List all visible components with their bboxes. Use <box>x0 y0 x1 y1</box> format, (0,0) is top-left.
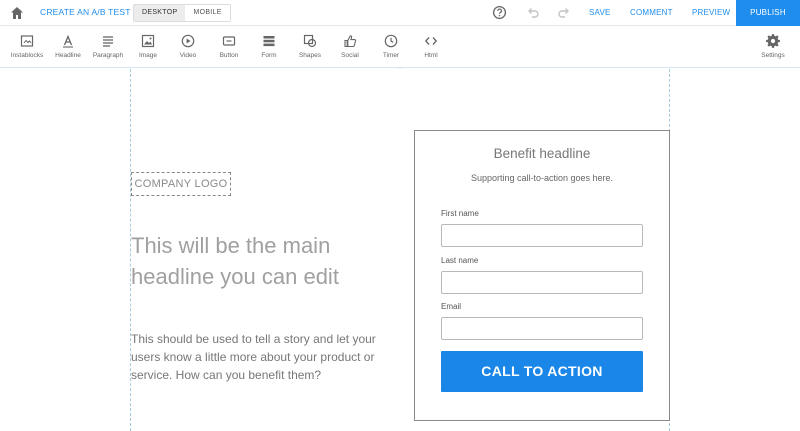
undo-icon[interactable] <box>526 6 540 20</box>
desktop-toggle-button[interactable]: DESKTOP <box>134 5 186 21</box>
first-name-field[interactable] <box>441 224 643 247</box>
home-icon[interactable] <box>9 5 25 21</box>
social-icon <box>344 35 357 48</box>
email-label: Email <box>441 302 462 311</box>
first-name-label: First name <box>441 209 479 218</box>
tool-headline[interactable]: Headline <box>48 26 88 68</box>
timer-icon <box>384 34 398 48</box>
mobile-toggle-button[interactable]: MOBILE <box>185 5 229 21</box>
save-button[interactable]: SAVE <box>589 8 611 17</box>
tool-html[interactable]: Html <box>411 26 451 68</box>
tool-paragraph[interactable]: Paragraph <box>88 26 128 68</box>
tool-form[interactable]: Form <box>249 26 289 68</box>
last-name-field[interactable] <box>441 271 643 294</box>
gear-icon <box>766 34 780 48</box>
body-paragraph[interactable]: This should be used to tell a story and … <box>131 330 401 384</box>
tool-shapes[interactable]: Shapes <box>290 26 330 68</box>
instablocks-icon <box>20 35 34 47</box>
paragraph-icon <box>103 36 113 47</box>
button-icon <box>222 36 236 46</box>
comment-button[interactable]: COMMENT <box>630 8 673 17</box>
tool-timer[interactable]: Timer <box>371 26 411 68</box>
company-logo-placeholder[interactable]: COMPANY LOGO <box>131 172 231 196</box>
lead-form-card[interactable]: Benefit headline Supporting call-to-acti… <box>414 130 670 421</box>
headline-icon <box>63 34 73 48</box>
form-title: Benefit headline <box>493 146 591 161</box>
page-canvas: COMPANY LOGO This will be the main headl… <box>0 69 800 431</box>
shapes-icon <box>303 34 317 48</box>
create-ab-test-link[interactable]: CREATE AN A/B TEST <box>40 7 131 17</box>
publish-button[interactable]: PUBLISH <box>736 0 800 26</box>
tool-instablocks[interactable]: Instablocks <box>7 26 47 68</box>
help-icon[interactable] <box>492 5 507 20</box>
main-headline[interactable]: This will be the main headline you can e… <box>131 230 391 292</box>
tool-button[interactable]: Button <box>209 26 249 68</box>
image-icon <box>141 34 155 48</box>
email-field[interactable] <box>441 317 643 340</box>
video-icon <box>181 34 195 48</box>
tool-video[interactable]: Video <box>168 26 208 68</box>
call-to-action-button[interactable]: CALL TO ACTION <box>441 351 643 392</box>
tool-image[interactable]: Image <box>128 26 168 68</box>
form-icon <box>263 36 275 47</box>
top-bar: CREATE AN A/B TEST DESKTOP MOBILE SAVE C… <box>0 0 800 26</box>
preview-button[interactable]: PREVIEW <box>692 8 730 17</box>
element-toolbar: Instablocks Headline Paragraph Image Vid… <box>0 26 800 68</box>
tool-label: Settings <box>761 52 785 59</box>
tool-settings[interactable]: Settings <box>753 26 793 68</box>
redo-icon[interactable] <box>557 6 571 20</box>
tool-label: Html <box>424 52 438 59</box>
tool-social[interactable]: Social <box>330 26 370 68</box>
form-subtitle: Supporting call-to-action goes here. <box>470 173 614 183</box>
last-name-label: Last name <box>441 256 479 265</box>
device-toggle: DESKTOP MOBILE <box>133 4 231 22</box>
html-icon <box>424 37 438 45</box>
